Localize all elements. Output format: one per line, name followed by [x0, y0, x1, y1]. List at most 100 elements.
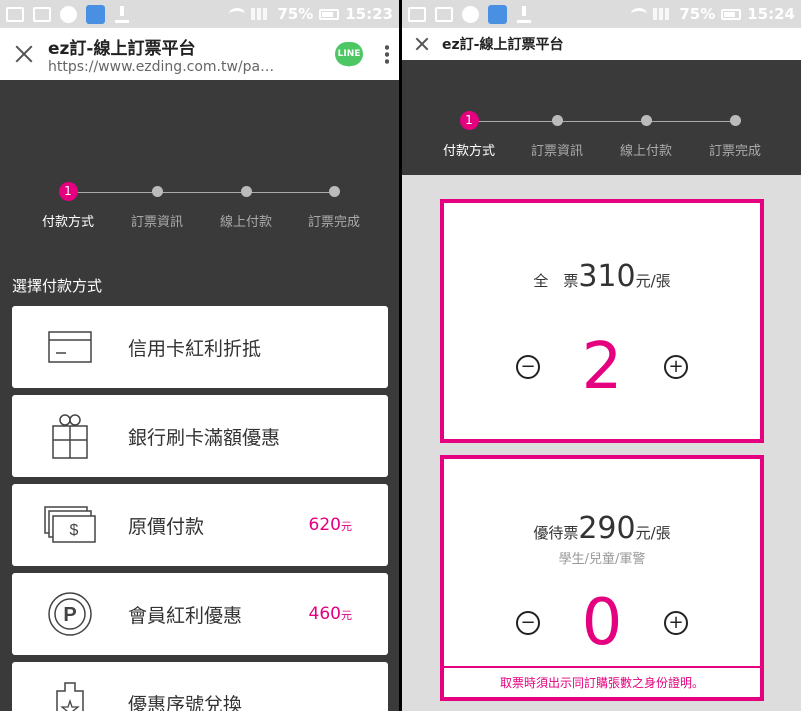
status-bar: 75% 15:24 [402, 0, 801, 28]
battery-icon [721, 8, 742, 20]
line-share-icon[interactable]: LINE [335, 42, 363, 67]
price-value: 620 [308, 515, 341, 535]
step-dot [551, 115, 563, 126]
step-label: 付款方式 [442, 144, 495, 159]
mail-icon [33, 6, 51, 22]
option-coupon-code[interactable]: 優惠序號兌換 [12, 662, 388, 711]
battery-icon [319, 8, 340, 20]
option-full-price[interactable]: $ 原價付款 620元 [12, 484, 388, 566]
signal-icon [251, 8, 272, 20]
step-dot [729, 115, 741, 126]
more-menu-icon[interactable] [385, 44, 389, 64]
decrease-button[interactable]: − [516, 611, 540, 635]
download-icon [114, 5, 130, 23]
ticket-card-discount: 優待票290元/張 學生/兒童/軍警 − 0 + 取票時須出示同訂購張數之身份證… [440, 455, 764, 701]
option-label: 原價付款 [128, 515, 205, 538]
section-title: 選擇付款方式 [12, 277, 103, 295]
svg-text:P: P [63, 604, 76, 626]
ticket-unit: 元/張 [635, 524, 671, 542]
close-icon[interactable] [412, 34, 432, 54]
step-label: 線上付款 [219, 215, 272, 230]
step-label: 訂票完成 [708, 144, 761, 159]
status-bar: 75% 15:23 [0, 0, 399, 28]
gift-icon [42, 414, 98, 459]
battery-percent: 75% [277, 5, 314, 23]
ticket-title: 全 票310元/張 [444, 259, 760, 294]
phone-icon [462, 5, 479, 23]
page-url: https://www.ezding.com.tw/pa… [48, 58, 275, 75]
image-icon [6, 6, 24, 22]
step-payment-method: 1 付款方式 [28, 182, 108, 230]
option-price: 620元 [309, 515, 352, 535]
increase-button[interactable]: + [664, 355, 688, 379]
step-label: 訂票資訊 [530, 144, 583, 159]
step-number: 1 [58, 182, 78, 201]
step-complete: 訂票完成 [294, 186, 374, 230]
browser-toolbar: ez訂-線上訂票平台 [402, 28, 801, 60]
price-unit: 元 [341, 520, 352, 533]
close-icon[interactable] [10, 40, 38, 68]
decrease-button[interactable]: − [516, 355, 540, 379]
wifi-icon [631, 8, 648, 20]
quantity-stepper: − 2 + [444, 335, 760, 399]
download-icon [516, 5, 532, 23]
price-value: 460 [308, 604, 341, 624]
increase-button[interactable]: + [664, 611, 688, 635]
mail-icon [435, 6, 453, 22]
option-price: 460元 [309, 604, 352, 624]
ticket-count: 0 [581, 586, 623, 660]
step-dot [640, 115, 652, 126]
id-requirement-note: 取票時須出示同訂購張數之身份證明。 [444, 666, 760, 697]
right-screen: 75% 15:24 ez訂-線上訂票平台 1 付款方式 訂票資訊 線上付款 訂票… [402, 0, 801, 711]
ticket-eligibility: 學生/兒童/軍警 [558, 552, 646, 567]
step-dot [240, 186, 252, 197]
price-unit: 元 [341, 609, 352, 622]
app-icon [488, 4, 507, 24]
ticket-name: 優待票 [533, 524, 579, 542]
step-online-payment: 線上付款 [606, 115, 686, 159]
page-title: ez訂-線上訂票平台 [48, 38, 196, 59]
wifi-icon [229, 8, 246, 20]
cash-icon: $ [42, 503, 98, 547]
step-online-payment: 線上付款 [206, 186, 286, 230]
step-label: 訂票資訊 [130, 215, 183, 230]
step-label: 訂票完成 [307, 215, 360, 230]
clock: 15:23 [345, 5, 393, 23]
clock: 15:24 [747, 5, 795, 23]
ticket-price: 290 [578, 511, 636, 546]
left-screen: 75% 15:23 ez訂-線上訂票平台 https://www.ezding.… [0, 0, 399, 711]
ticket-area: 全 票310元/張 − 2 + 優待票290元/張 學生/兒童/軍警 − 0 +… [402, 175, 801, 711]
option-label: 銀行刷卡滿額優惠 [128, 426, 281, 449]
step-complete: 訂票完成 [695, 115, 775, 159]
image-icon [408, 6, 426, 22]
ticket-title: 優待票290元/張 [444, 511, 760, 546]
option-bank-card-promo[interactable]: 銀行刷卡滿額優惠 [12, 395, 388, 477]
page-title: ez訂-線上訂票平台 [442, 37, 564, 53]
coupon-icon [42, 681, 98, 711]
step-label: 線上付款 [619, 144, 672, 159]
phone-icon [60, 5, 77, 23]
svg-text:$: $ [70, 522, 79, 539]
ticket-price: 310 [578, 259, 636, 294]
step-number: 1 [459, 111, 479, 130]
ticket-card-full: 全 票310元/張 − 2 + [440, 199, 764, 443]
step-label: 付款方式 [41, 215, 94, 230]
ticket-name: 全 票 [533, 272, 579, 290]
option-credit-card-rewards[interactable]: 信用卡紅利折抵 [12, 306, 388, 388]
credit-card-icon [42, 325, 98, 369]
option-label: 會員紅利優惠 [128, 604, 243, 627]
step-order-info: 訂票資訊 [517, 115, 597, 159]
quantity-stepper: − 0 + [444, 591, 760, 655]
app-icon [86, 4, 105, 24]
step-payment-method: 1 付款方式 [429, 111, 509, 159]
option-label: 信用卡紅利折抵 [128, 337, 262, 360]
step-dot [151, 186, 163, 197]
step-dot [328, 186, 340, 197]
ticket-count: 2 [581, 330, 623, 404]
browser-toolbar: ez訂-線上訂票平台 https://www.ezding.com.tw/pa…… [0, 28, 399, 80]
option-member-rewards[interactable]: P 會員紅利優惠 460元 [12, 573, 388, 655]
battery-percent: 75% [679, 5, 716, 23]
step-order-info: 訂票資訊 [117, 186, 197, 230]
ticket-unit: 元/張 [635, 272, 671, 290]
parking-coin-icon: P [42, 592, 98, 636]
